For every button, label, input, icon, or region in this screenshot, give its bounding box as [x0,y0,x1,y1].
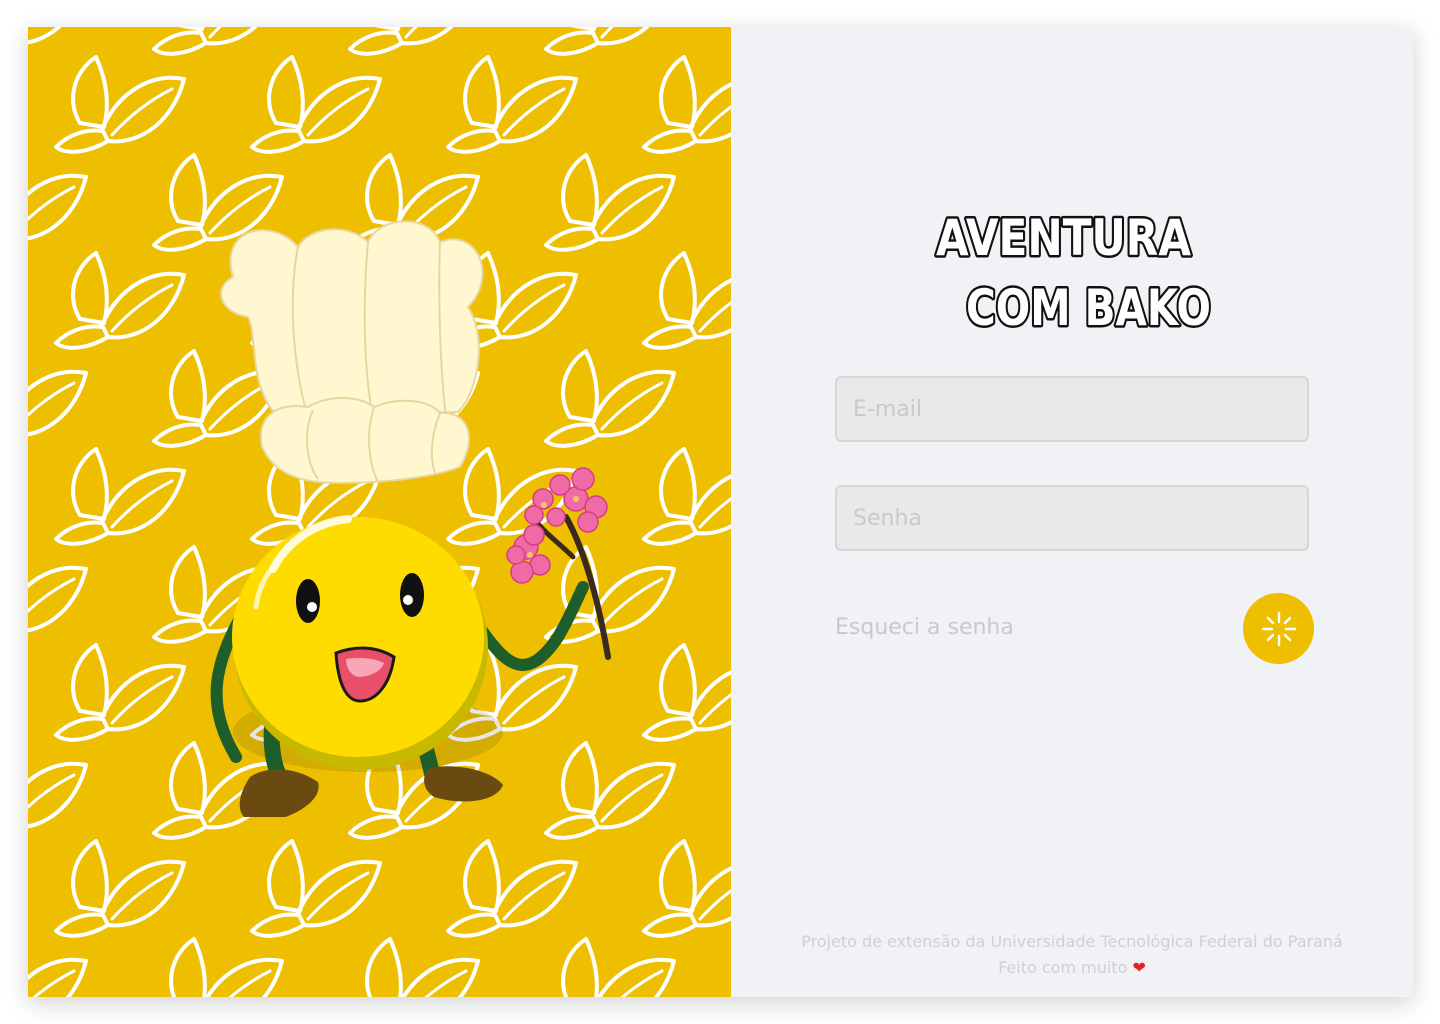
bako-chef-mascot [210,220,611,817]
submit-button[interactable] [1243,593,1314,664]
footer: Projeto de extensão da Universidade Tecn… [731,929,1413,981]
footer-made-with-text: Feito com muito [998,958,1128,977]
password-input[interactable] [835,485,1309,551]
forgot-password-link[interactable]: Esqueci a senha [835,615,1014,640]
footer-credit: Projeto de extensão da Universidade Tecn… [801,932,1343,951]
footer-made-with: Feito com muito ❤ [731,955,1413,981]
login-screen: AVENTURA COM BAKO Esqueci a senha [28,27,1413,997]
illustration-panel [28,27,731,997]
app-logo: AVENTURA COM BAKO [934,207,1214,338]
logo-line-2: COM BAKO [966,279,1211,337]
login-panel: AVENTURA COM BAKO Esqueci a senha [731,27,1413,997]
email-input[interactable] [835,376,1309,442]
heart-icon: ❤ [1132,958,1146,977]
sparkle-icon [1261,611,1296,646]
logo-line-1: AVENTURA [936,209,1191,267]
